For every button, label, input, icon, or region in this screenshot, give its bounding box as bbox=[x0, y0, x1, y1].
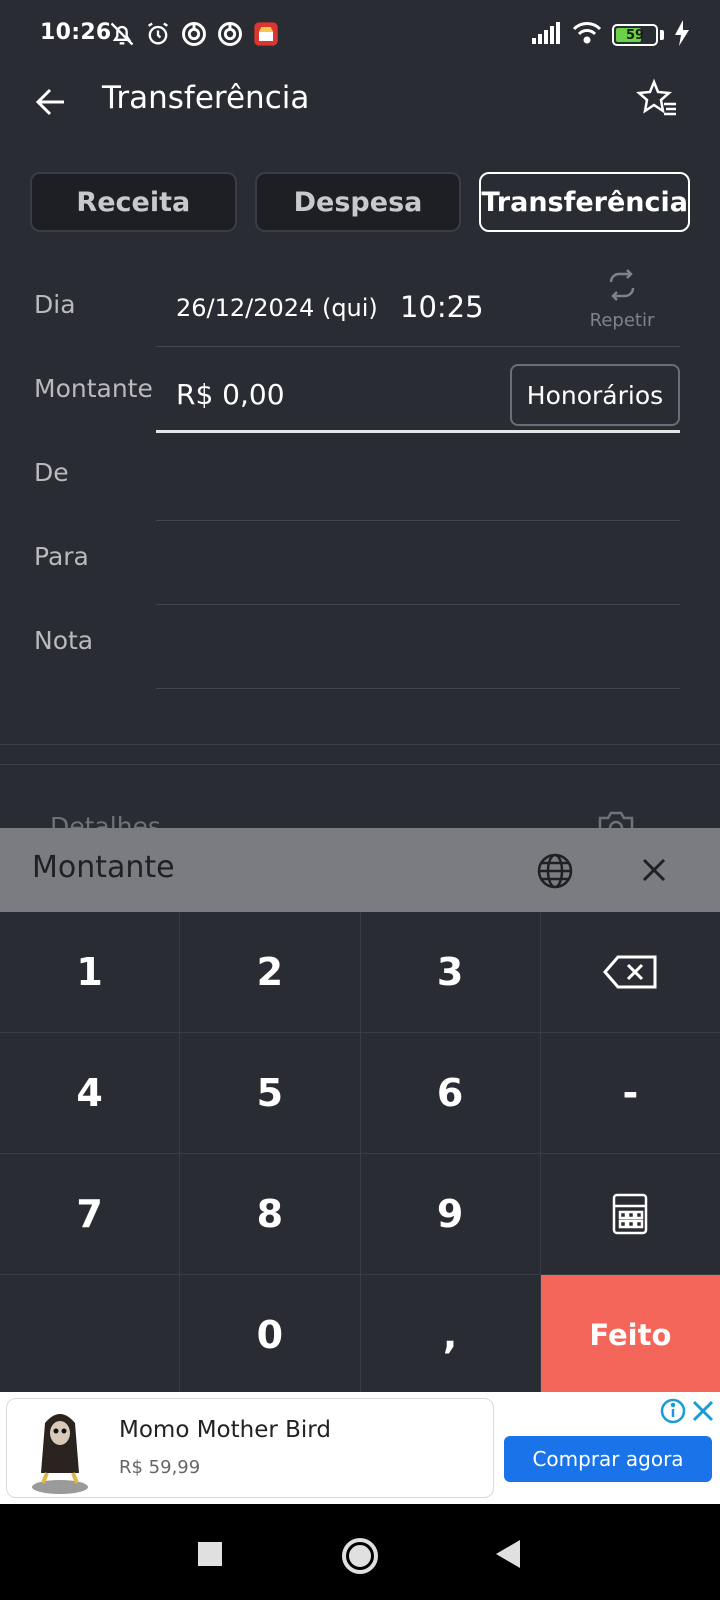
keypad-title: Montante bbox=[32, 850, 175, 885]
keypad-header: Montante bbox=[0, 828, 720, 912]
info-icon[interactable] bbox=[660, 1398, 686, 1424]
key-4[interactable]: 4 bbox=[0, 1033, 180, 1153]
section-divider bbox=[0, 744, 720, 745]
bell-off-icon bbox=[108, 20, 136, 48]
camera-icon[interactable] bbox=[596, 808, 636, 828]
amount-underline bbox=[156, 430, 680, 433]
page-title: Transferência bbox=[102, 80, 310, 116]
store-app-icon bbox=[252, 20, 280, 48]
app-notification-icon bbox=[180, 20, 208, 48]
tab-receita[interactable]: Receita bbox=[30, 172, 237, 232]
from-row[interactable]: De bbox=[0, 436, 720, 522]
ad-title: Momo Mother Bird bbox=[119, 1417, 331, 1443]
key-9[interactable]: 9 bbox=[360, 1154, 540, 1274]
home-icon[interactable] bbox=[338, 1534, 378, 1574]
ad-banner: Momo Mother Bird R$ 59,99 Comprar agora bbox=[0, 1392, 720, 1504]
app-bar: Transferência bbox=[0, 68, 720, 132]
battery-indicator: 59 bbox=[612, 24, 658, 46]
key-minus[interactable]: - bbox=[540, 1033, 720, 1153]
ad-price: R$ 59,99 bbox=[119, 1457, 201, 1478]
key-comma[interactable]: , bbox=[360, 1275, 540, 1395]
star-list-icon[interactable] bbox=[634, 76, 682, 124]
battery-tip bbox=[660, 30, 664, 40]
close-icon[interactable] bbox=[636, 852, 672, 888]
key-8[interactable]: 8 bbox=[180, 1154, 360, 1274]
key-7[interactable]: 7 bbox=[0, 1154, 180, 1274]
globe-icon[interactable] bbox=[536, 852, 574, 890]
charging-icon bbox=[674, 20, 690, 50]
close-ad-icon[interactable] bbox=[690, 1398, 716, 1424]
system-icons: 59 bbox=[532, 20, 690, 50]
battery-percent: 59 bbox=[625, 27, 645, 43]
numeric-keypad: 1 2 3 4 5 6 - 7 8 9 0 , Feito bbox=[0, 912, 720, 1395]
key-2[interactable]: 2 bbox=[180, 912, 360, 1032]
status-bar: 10:26 59 bbox=[0, 0, 720, 68]
back-arrow-icon[interactable] bbox=[30, 80, 74, 124]
note-row[interactable]: Nota bbox=[0, 604, 720, 690]
amount-label: Montante bbox=[34, 374, 153, 403]
section-divider bbox=[0, 764, 720, 765]
to-label: Para bbox=[34, 542, 89, 571]
done-button[interactable]: Feito bbox=[540, 1275, 720, 1395]
to-row[interactable]: Para bbox=[0, 520, 720, 606]
wifi-icon bbox=[572, 21, 602, 49]
note-label: Nota bbox=[34, 626, 94, 655]
back-triangle-icon[interactable] bbox=[490, 1534, 530, 1574]
amount-input[interactable]: R$ 0,00 bbox=[176, 378, 285, 411]
key-1[interactable]: 1 bbox=[0, 912, 180, 1032]
backspace-icon bbox=[603, 955, 657, 989]
ad-product-image bbox=[25, 1403, 95, 1495]
status-time: 10:26 bbox=[40, 20, 112, 45]
tab-despesa[interactable]: Despesa bbox=[254, 172, 462, 232]
calculator-icon bbox=[613, 1193, 648, 1235]
fees-button[interactable]: Honorários bbox=[510, 364, 680, 426]
key-3[interactable]: 3 bbox=[360, 912, 540, 1032]
transaction-type-tabs: Receita Despesa Transferência bbox=[30, 172, 691, 232]
from-label: De bbox=[34, 458, 69, 487]
divider-line bbox=[156, 688, 680, 689]
key-6[interactable]: 6 bbox=[360, 1033, 540, 1153]
buy-now-button[interactable]: Comprar agora bbox=[504, 1436, 712, 1482]
empty-key bbox=[0, 1275, 180, 1395]
system-nav-bar bbox=[0, 1504, 720, 1600]
alarm-icon bbox=[144, 20, 172, 48]
app-notification-icon-2 bbox=[216, 20, 244, 48]
signal-icon bbox=[532, 22, 562, 48]
key-5[interactable]: 5 bbox=[180, 1033, 360, 1153]
details-label: Detalhes bbox=[50, 812, 161, 828]
tab-transferencia[interactable]: Transferência bbox=[479, 172, 691, 232]
amount-row: Montante R$ 0,00 Honorários bbox=[0, 260, 720, 436]
backspace-key[interactable] bbox=[540, 912, 720, 1032]
key-0[interactable]: 0 bbox=[180, 1275, 360, 1395]
ad-card[interactable]: Momo Mother Bird R$ 59,99 bbox=[6, 1398, 494, 1498]
calculator-key[interactable] bbox=[540, 1154, 720, 1274]
notification-icons bbox=[108, 20, 280, 48]
recents-icon[interactable] bbox=[190, 1534, 230, 1574]
